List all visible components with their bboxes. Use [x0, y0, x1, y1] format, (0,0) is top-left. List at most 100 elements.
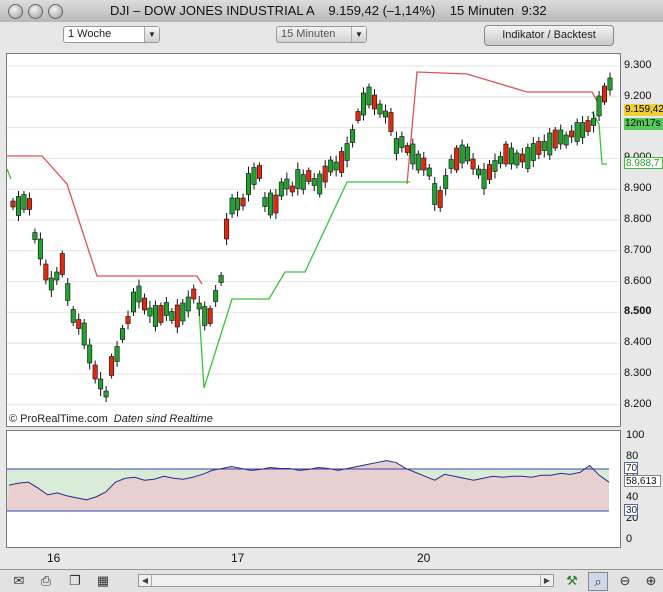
candle-body: [328, 159, 334, 173]
candle-body: [607, 77, 613, 91]
indicator-panel[interactable]: [6, 430, 621, 548]
candle-body: [317, 173, 323, 195]
print-icon[interactable]: ⎙: [37, 572, 55, 589]
candle-body: [174, 304, 180, 328]
candle-body: [10, 200, 16, 208]
time-scrollbar[interactable]: ◀ ▶: [138, 574, 554, 587]
candle-body: [371, 94, 377, 110]
candle-body: [191, 288, 197, 300]
indicator-chart: [7, 460, 610, 512]
candle-body: [32, 232, 38, 240]
zoom-in-icon[interactable]: ⊕: [642, 572, 660, 589]
upper-level-tag: 70: [624, 462, 638, 474]
date-label: 16: [47, 551, 61, 565]
candle-body: [289, 185, 295, 193]
candle-body: [26, 198, 32, 210]
candle-body: [311, 178, 317, 186]
candle-body: [421, 157, 427, 171]
lower-level-tag: 30: [624, 504, 638, 516]
indicator-tick-label: 40: [626, 491, 639, 504]
price-tick-label: 8.900: [624, 182, 652, 195]
candle-body: [443, 175, 449, 189]
price-tick-label: 9.200: [624, 89, 652, 102]
candle-body: [70, 309, 76, 323]
candle-body: [514, 152, 520, 166]
candle-body: [120, 328, 126, 340]
last-price-tag: 9.159,42: [624, 104, 663, 116]
candle-body: [350, 129, 356, 143]
price-chart-panel[interactable]: [6, 53, 621, 427]
support-line: [7, 168, 12, 180]
candle-body: [130, 291, 136, 313]
candle-body: [470, 158, 476, 170]
chevron-down-icon: ▼: [144, 27, 159, 42]
candle-body: [196, 302, 202, 310]
candle-body: [136, 285, 142, 303]
candle-body: [240, 197, 246, 207]
grid-icon[interactable]: ▦: [94, 572, 112, 589]
candle-body: [530, 143, 536, 161]
candle-body: [519, 153, 525, 163]
candle-body: [487, 164, 493, 180]
candle-body: [81, 322, 87, 346]
candle-body: [158, 305, 164, 323]
candle-body: [497, 156, 503, 164]
indicator-backtest-button[interactable]: Indikator / Backtest: [484, 25, 614, 46]
toolbar: 1 Woche ▼ 15 Minuten ▼ Indikator / Backt…: [0, 22, 663, 50]
candle-body: [465, 146, 471, 162]
candle-body: [399, 136, 405, 148]
copy-icon[interactable]: ❐: [66, 572, 84, 589]
candle-body: [322, 165, 328, 183]
candle-body: [76, 319, 82, 329]
interval-select[interactable]: 15 Minuten ▼: [276, 26, 367, 43]
candle-body: [344, 143, 350, 161]
candle-body: [492, 160, 498, 172]
candle-body: [251, 167, 257, 185]
zoom-window-button[interactable]: [48, 4, 63, 19]
candle-body: [98, 378, 104, 390]
email-icon[interactable]: ✉: [10, 572, 28, 589]
candle-body: [580, 122, 586, 138]
candle-body: [377, 103, 383, 115]
scroll-right-icon[interactable]: ▶: [540, 575, 553, 586]
date-label: 20: [417, 551, 431, 565]
candle-body: [382, 110, 388, 118]
candle-body: [246, 173, 252, 195]
minimize-window-button[interactable]: [28, 4, 43, 19]
candle-body: [180, 302, 186, 322]
candle-body: [125, 316, 131, 324]
price-tick-label: 8.800: [624, 213, 652, 225]
candle-body: [256, 165, 262, 179]
candle-body: [65, 283, 71, 301]
scroll-left-icon[interactable]: ◀: [139, 575, 152, 586]
interval-select-value: 15 Minuten: [281, 28, 336, 40]
candle-body: [207, 308, 213, 324]
candle-body: [503, 143, 509, 165]
candle-body: [103, 390, 109, 398]
price-tick-label: 8.500: [624, 305, 652, 318]
candle-body: [147, 307, 153, 317]
candle-body: [218, 275, 224, 283]
zoom-out-icon[interactable]: ⊖: [616, 572, 634, 589]
indicator-value-tag: 58,613: [624, 475, 661, 487]
candle-body: [295, 169, 301, 189]
period-select[interactable]: 1 Woche ▼: [63, 26, 160, 43]
price-tick-label: 8.700: [624, 243, 652, 256]
candle-body: [558, 129, 564, 145]
candle-body: [404, 145, 410, 153]
candle-body: [388, 112, 394, 132]
candle-body: [48, 277, 54, 291]
close-window-button[interactable]: [8, 4, 23, 19]
zoom-fit-icon[interactable]: ⌕: [588, 572, 608, 591]
price-tick-label: 8.600: [624, 274, 652, 287]
candle-body: [54, 271, 60, 281]
candle-body: [437, 190, 443, 208]
candle-body: [300, 174, 306, 190]
watermark: © ProRealTime.com Daten sind Realtime: [9, 413, 213, 425]
candle-body: [333, 161, 339, 171]
price-tick-label: 8.300: [624, 367, 652, 379]
candle-body: [415, 153, 421, 171]
candle-body: [229, 197, 235, 215]
candle-body: [410, 143, 416, 165]
tools-icon[interactable]: ⚒: [563, 572, 581, 589]
